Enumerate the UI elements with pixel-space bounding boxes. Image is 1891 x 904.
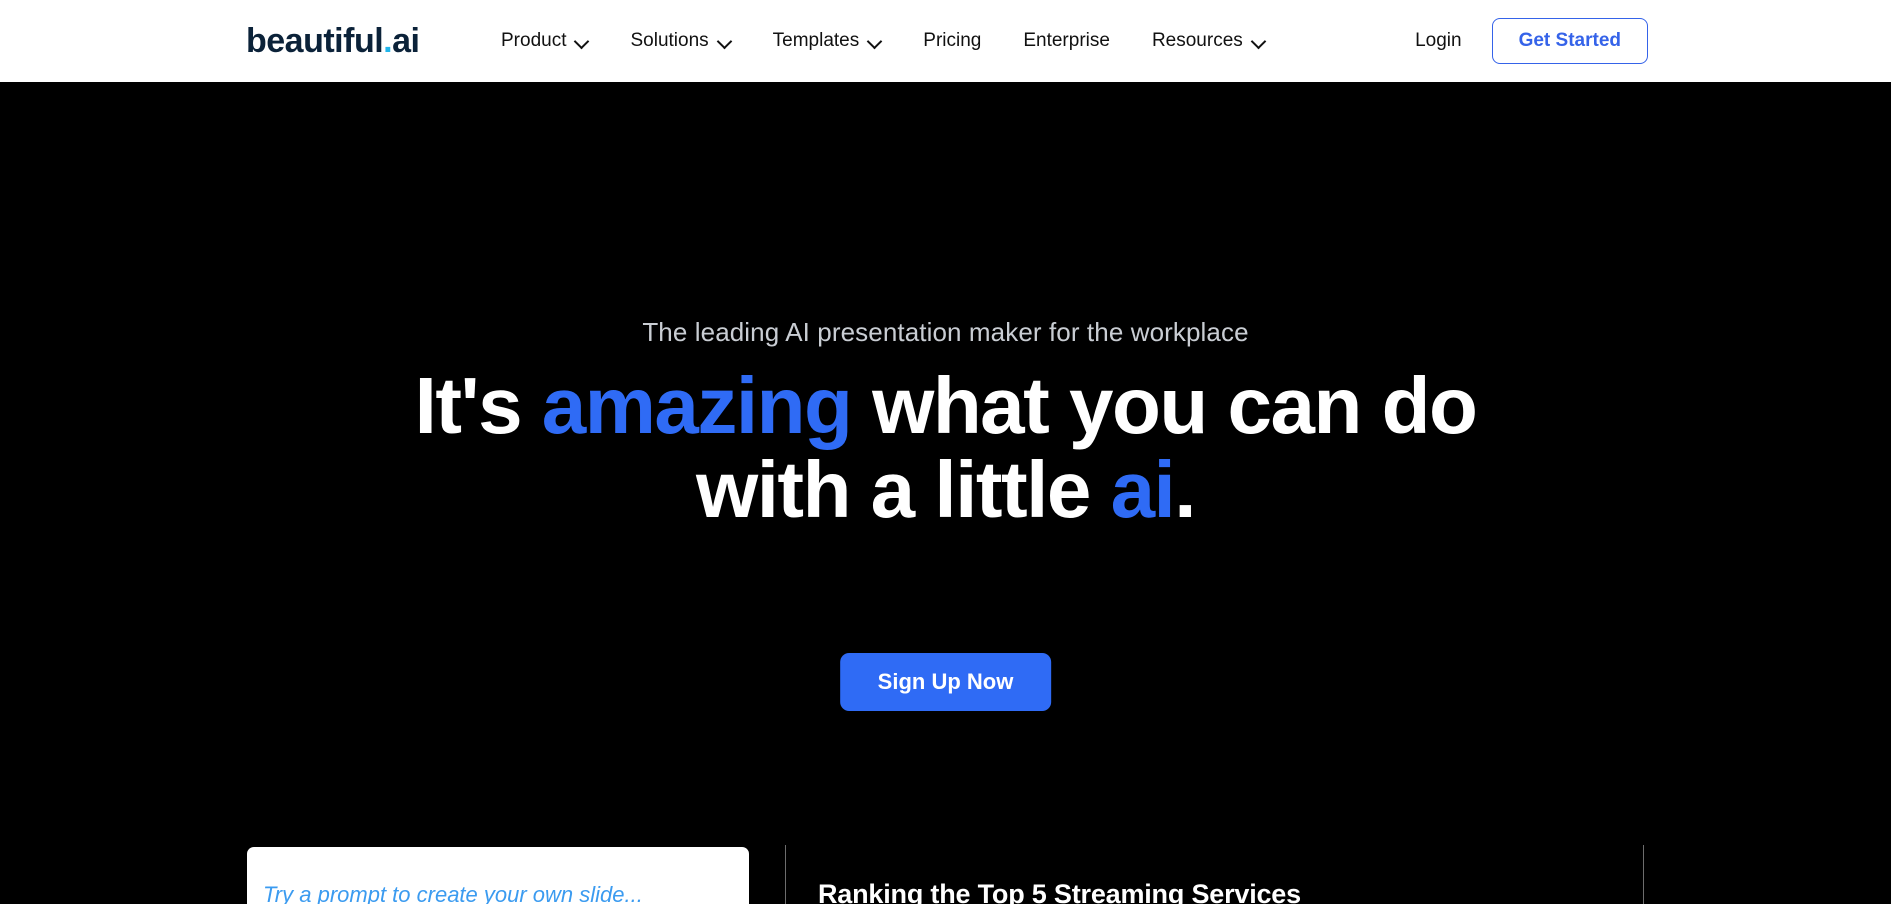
- sign-up-now-button[interactable]: Sign Up Now: [839, 653, 1052, 711]
- nav-item-solutions[interactable]: Solutions: [609, 24, 751, 58]
- nav-item-label: Enterprise: [1023, 30, 1110, 51]
- logo[interactable]: beautiful.ai: [246, 22, 420, 60]
- chevron-down-icon: [575, 35, 588, 48]
- nav-item-pricing[interactable]: Pricing: [902, 24, 1002, 58]
- hero-section: The leading AI presentation maker for th…: [0, 82, 1891, 904]
- logo-dot: .: [383, 22, 393, 60]
- divider-right: [1643, 845, 1644, 904]
- headline-text: what you can do: [851, 361, 1478, 450]
- nav-item-product[interactable]: Product: [480, 24, 609, 58]
- main-navigation: Product Solutions Templates Pricing Ente…: [480, 24, 1286, 58]
- nav-item-label: Pricing: [923, 30, 982, 51]
- chevron-down-icon: [868, 35, 881, 48]
- chevron-down-icon: [1252, 35, 1265, 48]
- headline-line-1: It's amazing what you can do: [0, 364, 1891, 448]
- nav-item-resources[interactable]: Resources: [1131, 24, 1286, 58]
- nav-item-label: Resources: [1151, 30, 1243, 51]
- nav-item-label: Templates: [772, 30, 860, 51]
- slide-title: Ranking the Top 5 Streaming Services: [818, 879, 1301, 904]
- header-actions: Login Get Started: [1415, 18, 1891, 64]
- nav-item-label: Solutions: [630, 30, 709, 51]
- chevron-down-icon: [718, 35, 731, 48]
- headline-text: It's: [414, 361, 542, 450]
- headline-text: .: [1174, 445, 1196, 534]
- nav-item-templates[interactable]: Templates: [752, 24, 903, 58]
- headline-accent-amazing: amazing: [541, 361, 853, 450]
- headline-line-2: with a little ai.: [0, 448, 1891, 532]
- headline-accent-ai: ai: [1110, 445, 1176, 534]
- hero-eyebrow: The leading AI presentation maker for th…: [642, 317, 1249, 347]
- nav-item-enterprise[interactable]: Enterprise: [1002, 24, 1131, 58]
- login-link[interactable]: Login: [1415, 30, 1462, 52]
- prompt-column: Make your slide with AI: [247, 847, 749, 904]
- hero-headline: It's amazing what you can do with a litt…: [0, 364, 1891, 532]
- get-started-button[interactable]: Get Started: [1491, 18, 1648, 64]
- logo-text-before: beautiful: [246, 22, 384, 60]
- slide-prompt-input[interactable]: [247, 847, 749, 904]
- slide-preview-panel[interactable]: Ranking the Top 5 Streaming Services Net…: [786, 845, 1643, 904]
- logo-text-after: ai: [392, 22, 420, 60]
- headline-text: with a little: [695, 445, 1111, 534]
- nav-item-label: Product: [501, 30, 567, 51]
- site-header: beautiful.ai Product Solutions Templates…: [0, 0, 1891, 82]
